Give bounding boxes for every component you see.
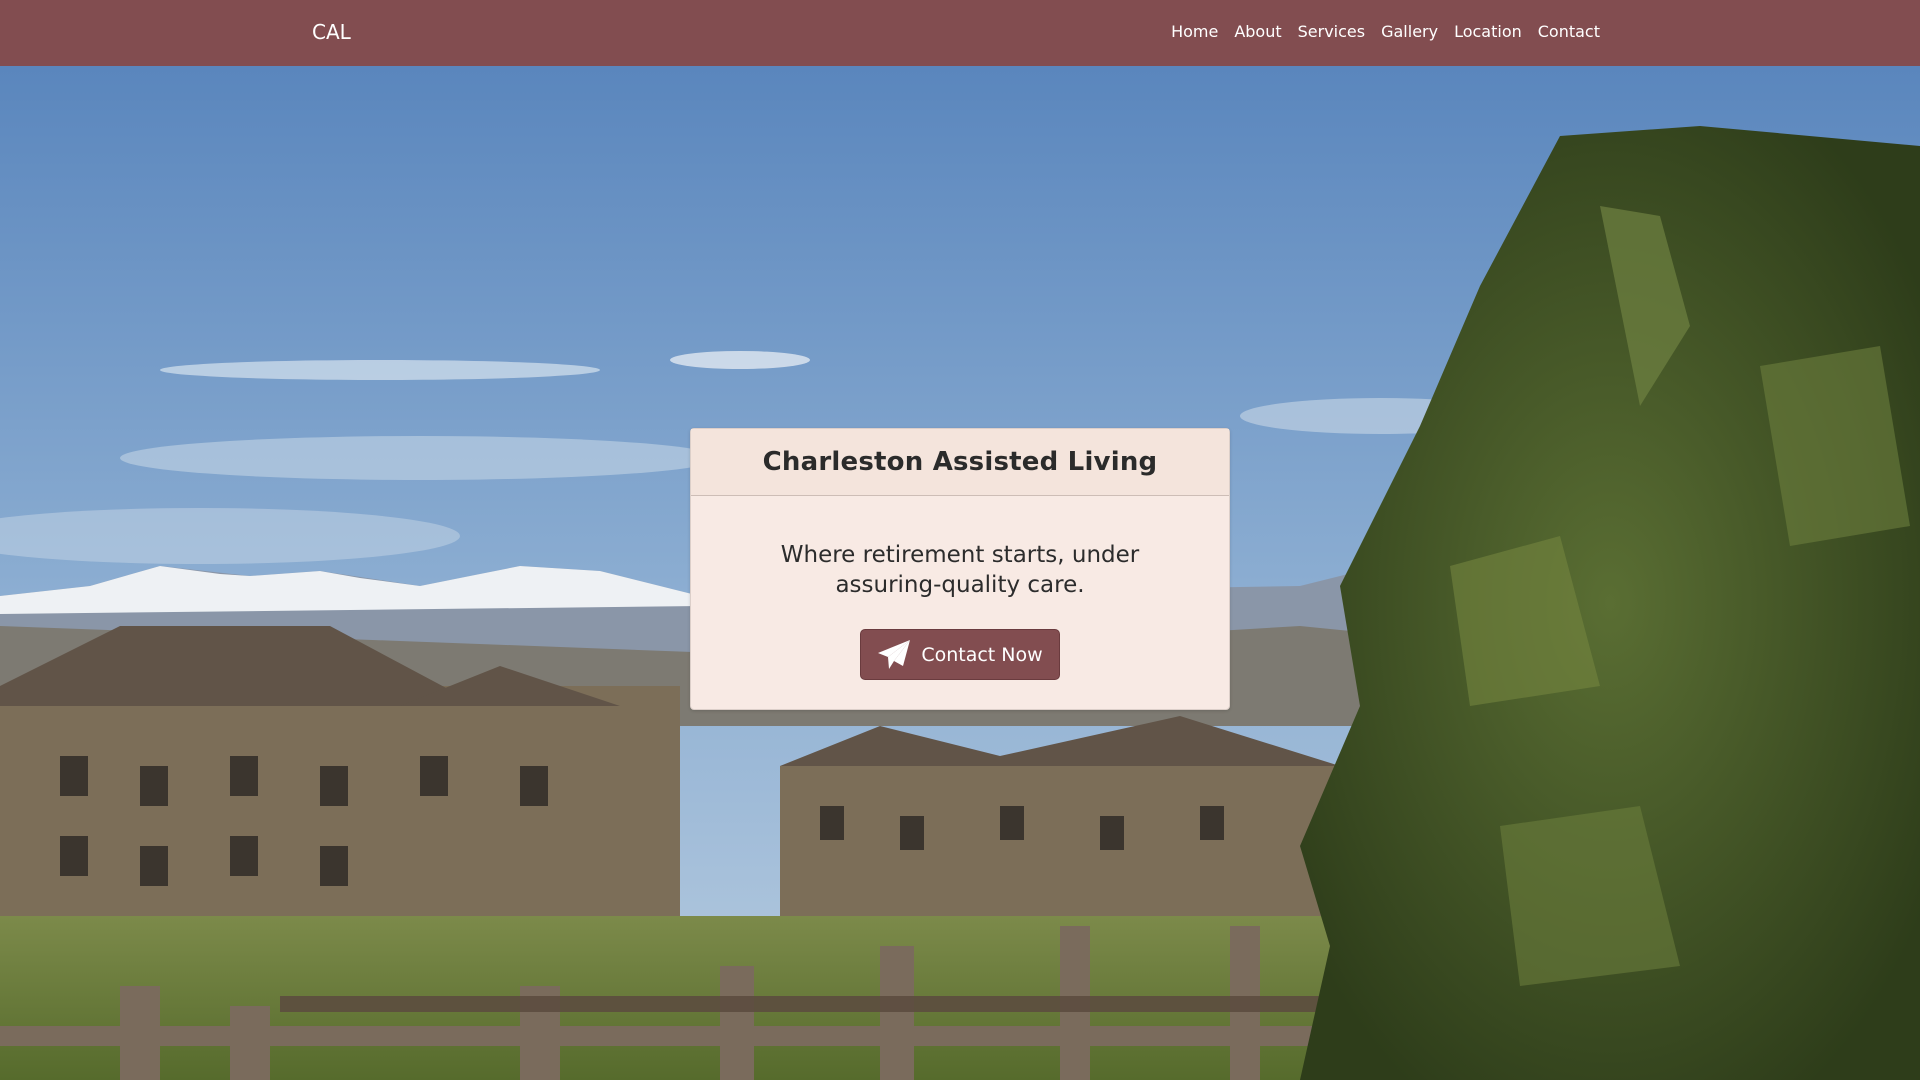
paper-plane-icon: [878, 639, 911, 669]
card-header: Charleston Assisted Living: [691, 429, 1229, 496]
card-body: Where retirement starts, under assuring-…: [691, 496, 1229, 680]
nav-link-contact[interactable]: Contact: [1538, 22, 1600, 41]
page-title: Charleston Assisted Living: [762, 447, 1158, 477]
nav-links: Home About Services Gallery Location Con…: [1171, 22, 1600, 41]
contact-now-button[interactable]: Contact Now: [860, 629, 1060, 680]
tagline: Where retirement starts, under assuring-…: [780, 542, 1140, 598]
brand-logo[interactable]: CAL: [312, 20, 351, 44]
nav-link-gallery[interactable]: Gallery: [1381, 22, 1438, 41]
nav-link-about[interactable]: About: [1234, 22, 1281, 41]
nav-link-services[interactable]: Services: [1298, 22, 1365, 41]
top-navbar: CAL Home About Services Gallery Location…: [0, 0, 1920, 66]
hero-card: Charleston Assisted Living Where retirem…: [690, 428, 1230, 710]
nav-link-home[interactable]: Home: [1171, 22, 1218, 41]
contact-now-label: Contact Now: [921, 643, 1043, 666]
nav-link-location[interactable]: Location: [1454, 22, 1522, 41]
